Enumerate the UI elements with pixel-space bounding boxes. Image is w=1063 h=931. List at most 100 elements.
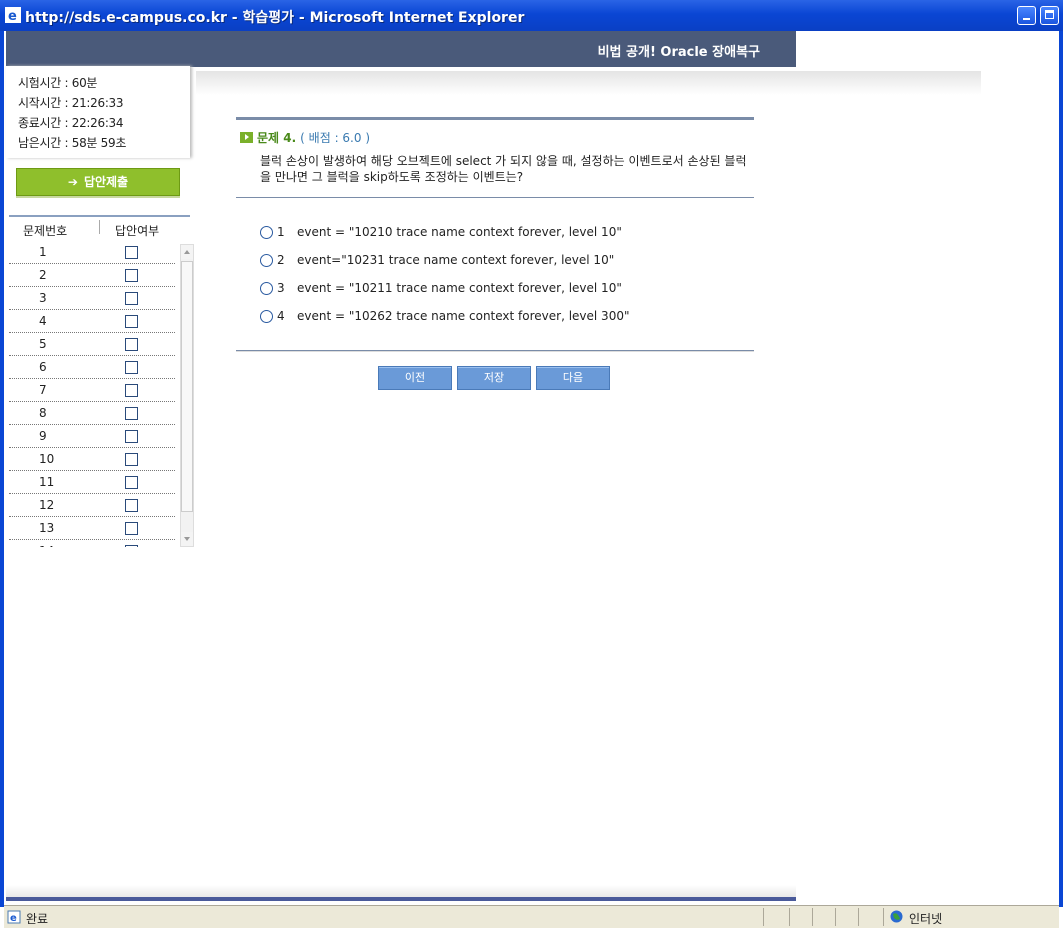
radio-button[interactable] (260, 226, 273, 239)
question-row[interactable]: 12 (9, 494, 175, 517)
question-row[interactable]: 4 (9, 310, 175, 333)
start-time: 시작시간 : 21:26:33 (18, 96, 124, 110)
course-title: 비법 공개! Oracle 장애복구 (597, 45, 760, 60)
question-number: 4 (39, 314, 47, 328)
submit-answers-button[interactable]: ➔ 답안제출 (16, 168, 180, 196)
divider (236, 350, 754, 351)
answered-checkbox[interactable] (125, 499, 138, 512)
page-done-icon: e (7, 910, 21, 924)
status-divider (789, 908, 790, 926)
answered-checkbox[interactable] (125, 476, 138, 489)
option-number: 4 (277, 309, 285, 323)
option-text: event = "10210 trace name context foreve… (297, 225, 622, 239)
divider (236, 197, 754, 198)
content-bottom-band (6, 897, 796, 901)
question-row[interactable]: 9 (9, 425, 175, 448)
question-number: 7 (39, 383, 47, 397)
answered-checkbox[interactable] (125, 407, 138, 420)
minimize-button[interactable] (1017, 6, 1036, 25)
question-row[interactable]: 3 (9, 287, 175, 310)
content-top-band (196, 71, 981, 95)
question-row[interactable]: 11 (9, 471, 175, 494)
question-row[interactable]: 10 (9, 448, 175, 471)
question-number-label: 문제 4. (257, 131, 297, 145)
question-number: 11 (39, 475, 55, 489)
answered-checkbox[interactable] (125, 453, 138, 466)
question-number: 1 (39, 245, 47, 259)
question-number: 6 (39, 360, 47, 374)
answered-checkbox[interactable] (125, 545, 138, 547)
scroll-up-icon[interactable] (181, 245, 193, 259)
ie-icon: e (5, 7, 21, 23)
end-time: 종료시간 : 22:26:34 (18, 116, 124, 130)
left-panel: 시험시간 : 60분 시작시간 : 21:26:33 종료시간 : 22:26:… (6, 63, 194, 548)
column-divider (99, 220, 100, 234)
question-number: 5 (39, 337, 47, 351)
answered-checkbox[interactable] (125, 315, 138, 328)
answered-checkbox[interactable] (125, 269, 138, 282)
question-number: 9 (39, 429, 47, 443)
answered-checkbox[interactable] (125, 522, 138, 535)
option-number: 1 (277, 225, 285, 239)
status-divider (835, 908, 836, 926)
divider (236, 117, 754, 120)
arrow-right-icon: ➔ (67, 175, 78, 189)
window-frame-right (1059, 31, 1063, 907)
next-button[interactable]: 다음 (536, 366, 610, 390)
play-bullet-icon (240, 132, 253, 143)
answered-checkbox[interactable] (125, 430, 138, 443)
question-number: 14 (39, 544, 54, 547)
question-number: 8 (39, 406, 47, 420)
answered-checkbox[interactable] (125, 292, 138, 305)
option-number: 2 (277, 253, 285, 267)
radio-button[interactable] (260, 310, 273, 323)
question-row[interactable]: 14 (9, 540, 175, 547)
question-number: 3 (39, 291, 47, 305)
window-frame-left (0, 31, 4, 907)
question-row[interactable]: 13 (9, 517, 175, 540)
question-heading: 문제 4.( 배점 : 6.0 ) (240, 129, 370, 146)
question-row[interactable]: 1 (9, 241, 175, 264)
maximize-icon (1045, 10, 1054, 19)
status-divider (883, 908, 884, 926)
option-number: 3 (277, 281, 285, 295)
globe-icon (890, 910, 903, 923)
save-button[interactable]: 저장 (457, 366, 531, 390)
question-row[interactable]: 8 (9, 402, 175, 425)
col-answered: 답안여부 (115, 224, 160, 238)
radio-button[interactable] (260, 254, 273, 267)
timer-box: 시험시간 : 60분 시작시간 : 21:26:33 종료시간 : 22:26:… (6, 66, 190, 158)
col-question-number: 문제번호 (23, 224, 68, 238)
maximize-button[interactable] (1040, 6, 1059, 25)
question-text: 블럭 손상이 발생하여 해당 오브젝트에 select 가 되지 않을 때, 설… (260, 154, 747, 184)
question-row[interactable]: 6 (9, 356, 175, 379)
status-text: 완료 (26, 912, 49, 926)
answered-checkbox[interactable] (125, 384, 138, 397)
remaining-time: 남은시간 : 58분 59초 (18, 136, 127, 150)
submit-label: 답안제출 (83, 175, 129, 189)
question-row[interactable]: 2 (9, 264, 175, 287)
question-number: 10 (39, 452, 55, 466)
prev-button[interactable]: 이전 (378, 366, 452, 390)
radio-button[interactable] (260, 282, 273, 295)
scroll-thumb[interactable] (181, 261, 193, 512)
question-row[interactable]: 5 (9, 333, 175, 356)
question-row[interactable]: 7 (9, 379, 175, 402)
window-title: http://sds.e-campus.co.kr - 학습평가 - Micro… (25, 10, 525, 26)
question-number: 13 (39, 521, 55, 535)
question-list-scrollbar[interactable] (180, 244, 194, 547)
svg-text:e: e (10, 913, 17, 924)
window-titlebar: e http://sds.e-campus.co.kr - 학습평가 - Mic… (0, 0, 1063, 31)
status-divider (858, 908, 859, 926)
option-text: event="10231 trace name context forever,… (297, 253, 615, 267)
answered-checkbox[interactable] (125, 361, 138, 374)
scroll-down-icon[interactable] (181, 532, 193, 546)
svg-text:e: e (8, 9, 17, 23)
question-list-header: 문제번호 답안여부 (9, 215, 190, 239)
option-text: event = "10211 trace name context foreve… (297, 281, 622, 295)
exam-time: 시험시간 : 60분 (18, 76, 98, 90)
answered-checkbox[interactable] (125, 246, 138, 259)
question-score: ( 배점 : 6.0 ) (300, 131, 371, 145)
question-number: 12 (39, 498, 55, 512)
answered-checkbox[interactable] (125, 338, 138, 351)
